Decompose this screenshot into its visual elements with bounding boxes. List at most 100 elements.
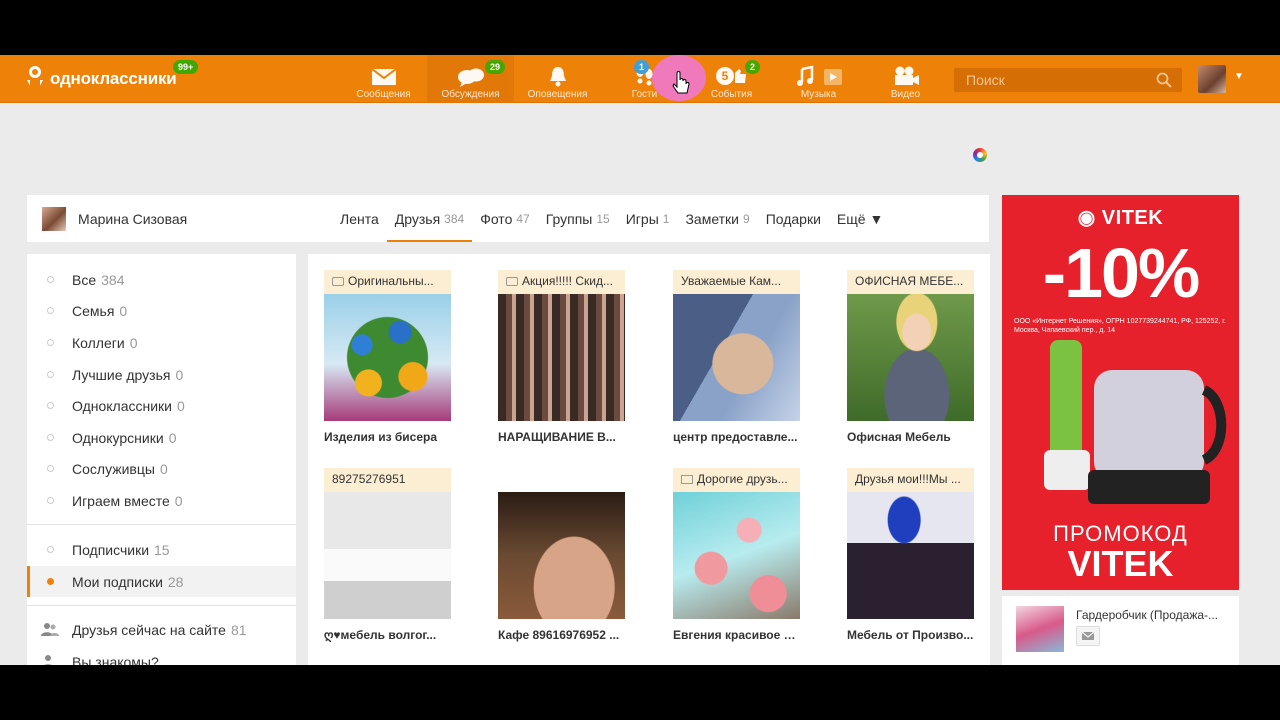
menu-item-my-subscriptions[interactable]: Мои подписки 28 [27,566,296,597]
bullet-icon [47,402,54,409]
card-image[interactable] [498,492,625,619]
tab-count: 15 [596,211,610,226]
menu-item-colleagues[interactable]: Коллеги 0 [27,327,296,358]
ad-brand-text: VITEK [1101,207,1164,229]
card-image[interactable] [324,294,451,421]
card-image[interactable] [673,492,800,619]
menu-item-best-friends[interactable]: Лучшие друзья 0 [27,359,296,390]
card-image[interactable] [847,492,974,619]
card-title[interactable]: Мебель от Произво... [847,628,974,642]
card-tag: ОФИСНАЯ МЕБЕ... [847,270,974,294]
nav-label: Гости [631,89,658,100]
envelope-icon [1081,631,1095,640]
menu-item-play-together[interactable]: Играем вместе 0 [27,485,296,516]
search-input[interactable]: Поиск [954,68,1182,92]
browser-viewport: одноклассники 99+ Сообщения Обсуждения 2… [0,55,1280,665]
tab-photos[interactable]: Фото 47 [472,195,538,242]
menu-item-family[interactable]: Семья 0 [27,295,296,326]
menu-item-coworkers[interactable]: Сослуживцы 0 [27,453,296,484]
tag-text: Акция!!!!! Скид... [522,274,613,288]
nav-video[interactable]: Видео [862,55,949,103]
menu-label: Одноклассники [72,397,173,414]
bullet-icon [47,307,54,314]
chevron-down-icon[interactable]: ▼ [1234,71,1244,82]
tab-games[interactable]: Игры 1 [618,195,678,242]
search-icon[interactable] [1156,72,1172,88]
nav-messages[interactable]: Сообщения [340,55,427,103]
bullet-icon [47,276,54,283]
tab-feed[interactable]: Лента [332,195,387,242]
profile-avatar[interactable] [42,207,66,231]
tab-gifts[interactable]: Подарки [758,195,829,242]
tab-notes[interactable]: Заметки 9 [677,195,757,242]
top-toolbar: одноклассники 99+ Сообщения Обсуждения 2… [0,55,1280,103]
vitek-advert-banner[interactable]: ◉ VITEK -10% ООО «Интернет Решения», ОГР… [1002,195,1239,590]
tag-text: Уважаемые Кам... [681,274,782,288]
menu-label: Играем вместе [72,492,170,509]
bullet-icon [47,546,54,553]
card-title[interactable]: Кафе 89616976952 ... [498,628,625,642]
logo-text: одноклассники [50,69,177,88]
profile-name[interactable]: Марина Сизовая [78,211,187,227]
card-title[interactable]: Евгения красивое п... [673,628,800,642]
camera-icon [506,277,518,286]
menu-label: Подписчики [72,541,150,558]
tab-count: 47 [516,211,530,226]
menu-item-do-you-know[interactable]: Вы знакомы? [27,646,296,665]
logo-badge: 99+ [173,60,199,74]
group-thumbnail[interactable] [1016,606,1064,652]
svg-text:5: 5 [721,69,728,83]
menu-item-all[interactable]: Все 384 [27,264,296,295]
card-image[interactable] [498,294,625,421]
menu-count: 0 [119,302,128,319]
card-tag: 89275276951 [324,468,451,492]
menu-item-friends-online[interactable]: Друзья сейчас на сайте 81 [27,614,296,645]
card-tag: Дорогие друзь... [673,468,800,492]
ad-discount: -10% [1042,234,1200,312]
card-image[interactable] [847,294,974,421]
tag-text: Оригинальны... [348,274,434,288]
menu-divider [27,605,296,606]
card-image[interactable] [324,492,451,619]
menu-count: 0 [129,334,138,351]
card-title[interactable]: центр предоставле... [673,430,800,444]
message-button[interactable] [1076,626,1100,646]
friends-filter-menu: Все 384 Семья 0 Коллеги 0 Лучшие друзья 0 Од… [27,254,296,665]
nav-music[interactable]: Музыка [775,55,862,103]
bullet-icon [47,578,54,585]
tab-groups[interactable]: Группы 15 [538,195,618,242]
menu-item-subscribers[interactable]: Подписчики 15 [27,534,296,565]
events-icon: 5 [715,67,746,85]
card-title[interactable]: Изделия из бисера [324,430,451,444]
people-icon [41,623,59,636]
nav-badge: 29 [485,60,506,74]
tab-label: Лента [340,210,379,227]
tab-label: Заметки [685,210,739,227]
tag-text: Дорогие друзь... [697,472,788,486]
card-title[interactable]: ღ♥мебель волгог... [324,628,451,642]
mouse-pointer-icon [672,71,690,94]
card-image[interactable] [673,294,800,421]
menu-item-classmates[interactable]: Одноклассники 0 [27,390,296,421]
card-title[interactable]: НАРАЩИВАНИЕ В... [498,430,625,444]
card-title[interactable]: Офисная Мебель [847,430,974,444]
tab-more[interactable]: Ещё ▼ [829,195,891,242]
menu-label: Вы знакомы? [72,653,159,666]
nav-events[interactable]: 5 События 2 [688,55,775,103]
tab-label: Ещё ▼ [836,210,884,227]
nav-notifications[interactable]: Оповещения [514,55,601,103]
bullet-icon [47,339,54,346]
tab-label: Группы [545,210,593,227]
menu-item-coursemates[interactable]: Однокурсники 0 [27,422,296,453]
tab-label: Подарки [765,210,821,227]
site-logo[interactable]: одноклассники [26,66,177,92]
group-name[interactable]: Гардеробчик (Продажа-... [1076,608,1226,622]
nav-discussions[interactable]: Обсуждения 29 [427,55,514,103]
tab-friends[interactable]: Друзья 384 [386,195,473,242]
user-avatar[interactable] [1198,65,1226,93]
tab-count: 9 [743,211,750,226]
tab-count: 384 [444,211,465,226]
tag-text: 89275276951 [332,472,406,486]
tab-count: 1 [662,211,670,226]
color-wheel-icon [973,148,987,162]
